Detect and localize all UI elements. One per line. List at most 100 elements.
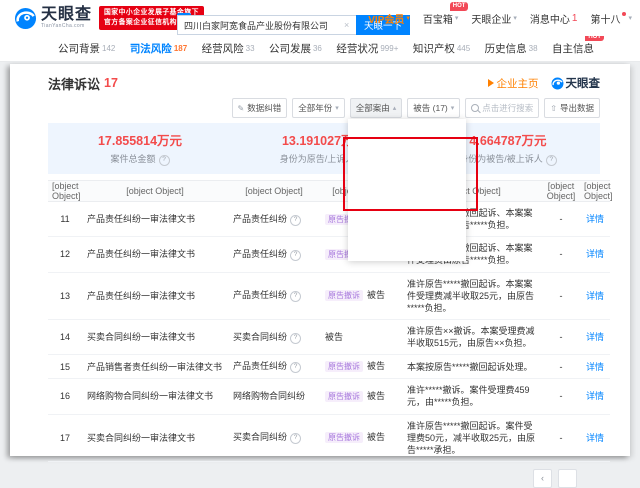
chevron-down-icon: ▾ [335,105,339,112]
plaintiff-withdrawn-tag: 原告撤诉 [325,391,363,402]
company-search-input[interactable] [177,15,356,35]
nav-tab[interactable]: 公司发展 36 [269,41,322,56]
role-filter-dropdown[interactable]: 被告 (17) ▾ [407,98,461,118]
info-icon[interactable]: ? [290,249,302,261]
nav-tab[interactable]: 知识产权 445 [413,41,470,56]
case-row: 16 网络购物合同纠纷一审法律文书 网络购物合同纠纷 原告撤诉 被告 准许****… [48,378,610,415]
case-result: 准许原告*****撤回起诉。案件受理费50元，减半收取25元，由原告*****承… [402,414,542,462]
case-row: 13 产品责任纠纷一审法律文书 产品责任纠纷? 原告撤诉 被告 准许原告*****… [48,272,610,320]
info-icon[interactable]: ? [290,332,302,344]
detail-link[interactable]: 详情 [586,332,604,342]
hot-badge: HOT [449,1,469,11]
info-icon[interactable]: ? [158,155,170,166]
nav-tab[interactable]: 历史信息 38 [485,41,538,56]
chevron-up-icon: ▴ [392,105,397,112]
case-result: 准许原告*****撤回起诉。本案案件受理费减半收取25元，由原告*****负担。 [402,272,542,320]
nav-tab-count: 445 [456,44,471,53]
case-result: 本案按原告*****撤回起诉处理。 [402,354,542,380]
year-filter-dropdown[interactable]: 全部年份 ▾ [292,98,345,118]
case-cause: 网络购物合同纠纷 [228,378,320,415]
clear-search-icon[interactable]: × [344,20,356,30]
case-amount: - [542,354,580,380]
case-number: 11 [48,201,82,238]
export-icon: ⇧ [550,103,557,113]
cause-option[interactable] [348,156,466,173]
column-header: [object Object] [228,180,320,202]
case-role: 原告撤诉被告 [320,414,402,462]
case-number: 12 [48,236,82,273]
cause-option[interactable] [348,224,466,241]
arrow-icon [487,79,494,87]
export-data-button[interactable]: ⇧ 导出数据 [544,98,600,118]
nav-tab[interactable]: 公司背景 142 [58,41,115,56]
case-cause: 买卖合同纠纷? [228,319,320,356]
case-number: 14 [48,319,82,356]
cause-filter-dropdown[interactable]: 全部案由 ▴ [349,98,403,118]
info-icon[interactable]: ? [290,362,302,374]
case-name: 产品责任纠纷一审法律文书 [82,201,228,238]
cause-option[interactable] [348,139,466,156]
case-cause: 产品责任纠纷? [228,236,320,273]
case-result: 准许原告××撤诉。本案受理费减半收取515元，由原告××负担。 [402,319,542,356]
top-menu-item[interactable]: 百宝箱 ▾ HOT [423,1,469,26]
cause-option[interactable] [348,207,466,224]
top-menu-item[interactable]: VIP会员 ▾ [368,11,410,26]
info-icon[interactable]: ? [290,433,302,445]
top-menu-item[interactable]: 第十八 ▾ [590,11,632,26]
data-correction-button[interactable]: ✎ 数据纠错 [231,98,288,118]
cause-option[interactable] [348,190,466,207]
cause-option[interactable] [348,173,466,190]
detail-link[interactable]: 详情 [586,391,604,401]
table-search-input[interactable]: 点击进行搜索 [465,98,540,118]
nav-tab-count: 142 [102,44,116,53]
case-number: 16 [48,378,82,415]
company-home-link[interactable]: 企业主页 [487,76,539,91]
company-nav-tabs: 公司背景 142 司法风险 187 经营风险 33 公司发展 36 经营状况 9… [0,32,640,62]
column-header: [object Object] [48,180,82,202]
plaintiff-withdrawn-tag: 原告撤诉 [325,361,363,373]
notification-dot [622,12,627,16]
table-header-row: [object Object] [object Object] [object Ob… [48,180,613,202]
info-icon[interactable]: ? [545,155,557,166]
case-row: 12 产品责任纠纷一审法律文书 产品责任纠纷? 原告撤诉被告 准许原告*****… [48,236,610,273]
info-icon[interactable]: ? [290,291,302,303]
tianyancha-logo[interactable]: 天眼查 TianYanCha.com [14,7,92,30]
detail-link[interactable]: 详情 [586,249,604,259]
plaintiff-withdrawn-tag: 原告撤诉 [325,290,363,302]
case-amount-stats: 17.855814万元 案件总金额? 13.191027万元 身份为原告/上诉人… [48,123,600,174]
nav-tab[interactable]: 司法风险 187 [130,41,187,56]
case-row: 17 买卖合同纠纷一审法律文书 买卖合同纠纷? 原告撤诉 被告 准许原告*****… [48,414,610,462]
case-number: 15 [48,354,82,380]
cause-option[interactable] [348,122,466,139]
nav-tab[interactable]: 经营状况 999+ [336,41,398,56]
cases-table: [object Object] [object Object] [object Ob… [48,180,613,462]
nav-tab[interactable]: 经营风险 33 [202,41,255,56]
detail-link[interactable]: 详情 [586,433,604,443]
nav-tab-count: 33 [245,44,255,53]
stat-label: 案件总金额? [48,152,232,166]
stat-value: 17.855814万元 [97,134,183,148]
message-count: 1 [571,12,578,24]
top-menu-item[interactable]: 消息中心 1 [530,11,578,26]
chevron-down-icon: ▾ [450,105,455,112]
case-amount: - [542,236,580,273]
info-icon[interactable]: ? [290,214,302,226]
page-number[interactable] [583,469,600,486]
case-amount: - [542,272,580,320]
top-menu-item[interactable]: 天眼企业 ▾ [471,11,517,26]
eye-logo-icon [14,7,37,29]
case-cause: 产品责任纠纷? [228,201,320,238]
detail-link[interactable]: 详情 [586,214,604,224]
prev-page-button[interactable]: ‹ [533,468,552,488]
nav-tab[interactable]: 自主信息 HOT [552,32,604,56]
chevron-down-icon: ▾ [454,15,459,22]
detail-link[interactable]: 详情 [586,362,604,372]
case-role: 原告撤诉被告 [320,354,402,380]
detail-link[interactable]: 详情 [586,291,604,301]
case-amount: - [542,378,580,415]
nav-tab-count: 36 [312,44,322,53]
case-cause: 产品责任纠纷? [228,354,320,380]
page-number[interactable] [558,468,577,488]
column-header: [object Object] [580,180,613,202]
cause-option[interactable] [348,241,466,258]
